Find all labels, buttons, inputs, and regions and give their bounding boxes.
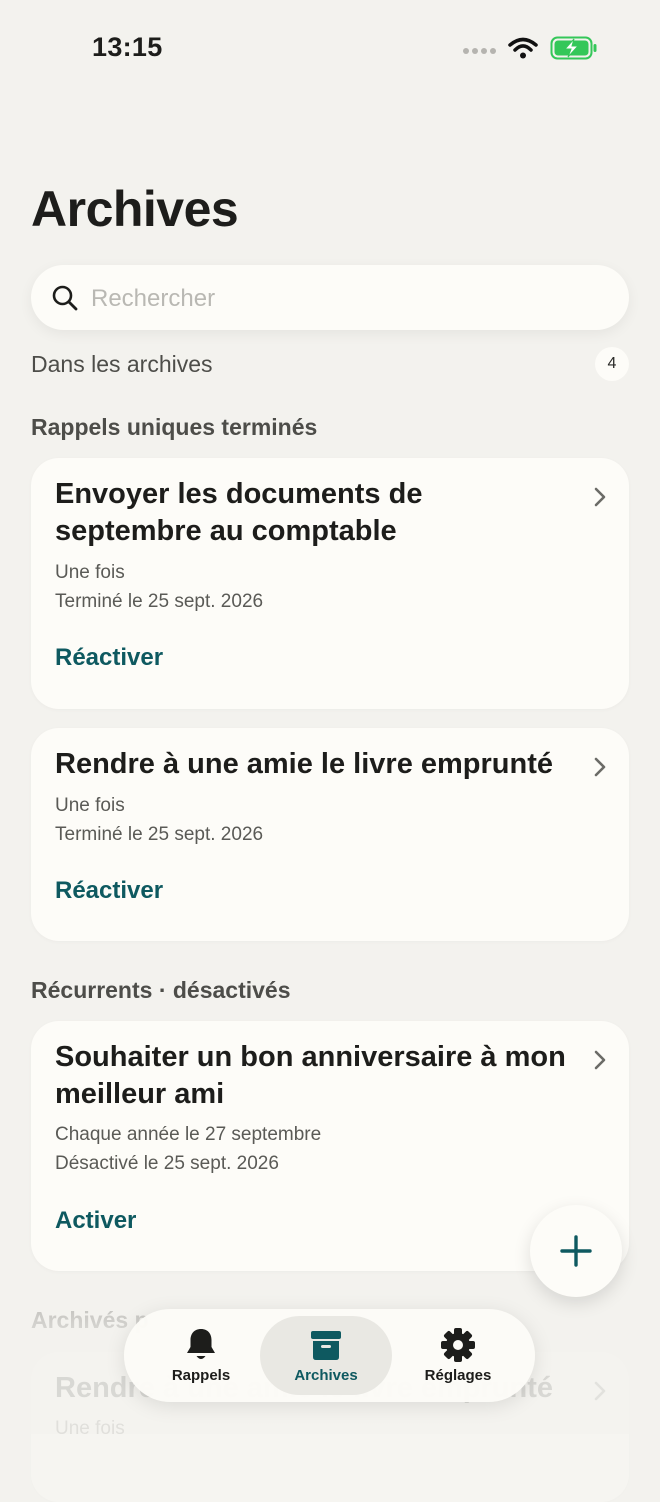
reminder-title: Rendre à une amie le livre emprunté (55, 748, 554, 780)
tab-label: Réglages (424, 1367, 492, 1384)
reactivate-button[interactable]: Réactiver (55, 644, 163, 672)
bell-icon (187, 1329, 215, 1359)
reminder-title: Envoyer les documents de septembre au co… (55, 478, 423, 547)
reactivate-button[interactable]: Réactiver (55, 877, 163, 905)
chevron-right-icon[interactable] (593, 486, 607, 508)
archives-summary-label: Dans les archives (31, 351, 213, 377)
chevron-right-icon[interactable] (593, 756, 607, 778)
add-reminder-button[interactable] (530, 1205, 622, 1297)
page-title: Archives (31, 181, 239, 237)
tab-label: Rappels (171, 1367, 231, 1384)
reminder-card[interactable]: Rendre à une amie le livre emprunté Une … (31, 728, 629, 941)
reminder-status: Terminé le 25 sept. 2026 (55, 824, 264, 845)
archive-box-icon (311, 1331, 341, 1360)
search-bar[interactable] (31, 265, 629, 330)
plus-icon (560, 1235, 592, 1267)
cellular-signal-icon (463, 48, 496, 54)
archives-summary: Dans les archives 4 (31, 347, 629, 381)
section-header-recurring-disabled: Récurrents · désactivés (31, 977, 291, 1003)
status-time: 13:15 (92, 32, 163, 62)
tab-bar: Rappels Archives Réglages (124, 1309, 535, 1402)
archives-count-badge: 4 (595, 347, 629, 381)
reminder-title: Souhaiter un bon anniversaire à mon meil… (55, 1041, 566, 1110)
tab-archives[interactable]: Archives (260, 1316, 392, 1395)
battery-charging-icon (550, 36, 597, 60)
section-header-completed: Rappels uniques terminés (31, 414, 318, 440)
chevron-right-icon[interactable] (593, 1380, 607, 1402)
search-input[interactable] (89, 279, 613, 318)
reminder-status: Désactivé le 25 sept. 2026 (55, 1153, 279, 1174)
reminder-frequency: Une fois (55, 795, 125, 816)
status-bar: 13:15 (0, 0, 660, 100)
reminder-card[interactable]: Envoyer les documents de septembre au co… (31, 458, 629, 709)
reminder-frequency: Une fois (55, 1418, 125, 1439)
chevron-right-icon[interactable] (593, 1049, 607, 1071)
status-icons (463, 36, 598, 60)
tab-label: Archives (294, 1367, 358, 1384)
reminder-frequency: Chaque année le 27 septembre (55, 1124, 322, 1145)
wifi-icon (508, 37, 538, 59)
tab-reglages[interactable]: Réglages (392, 1316, 524, 1395)
reminder-frequency: Une fois (55, 562, 125, 583)
search-icon (52, 285, 78, 311)
gear-icon (441, 1328, 475, 1362)
tab-rappels[interactable]: Rappels (135, 1316, 267, 1395)
activate-button[interactable]: Activer (55, 1207, 136, 1235)
reminder-status: Terminé le 25 sept. 2026 (55, 591, 264, 612)
